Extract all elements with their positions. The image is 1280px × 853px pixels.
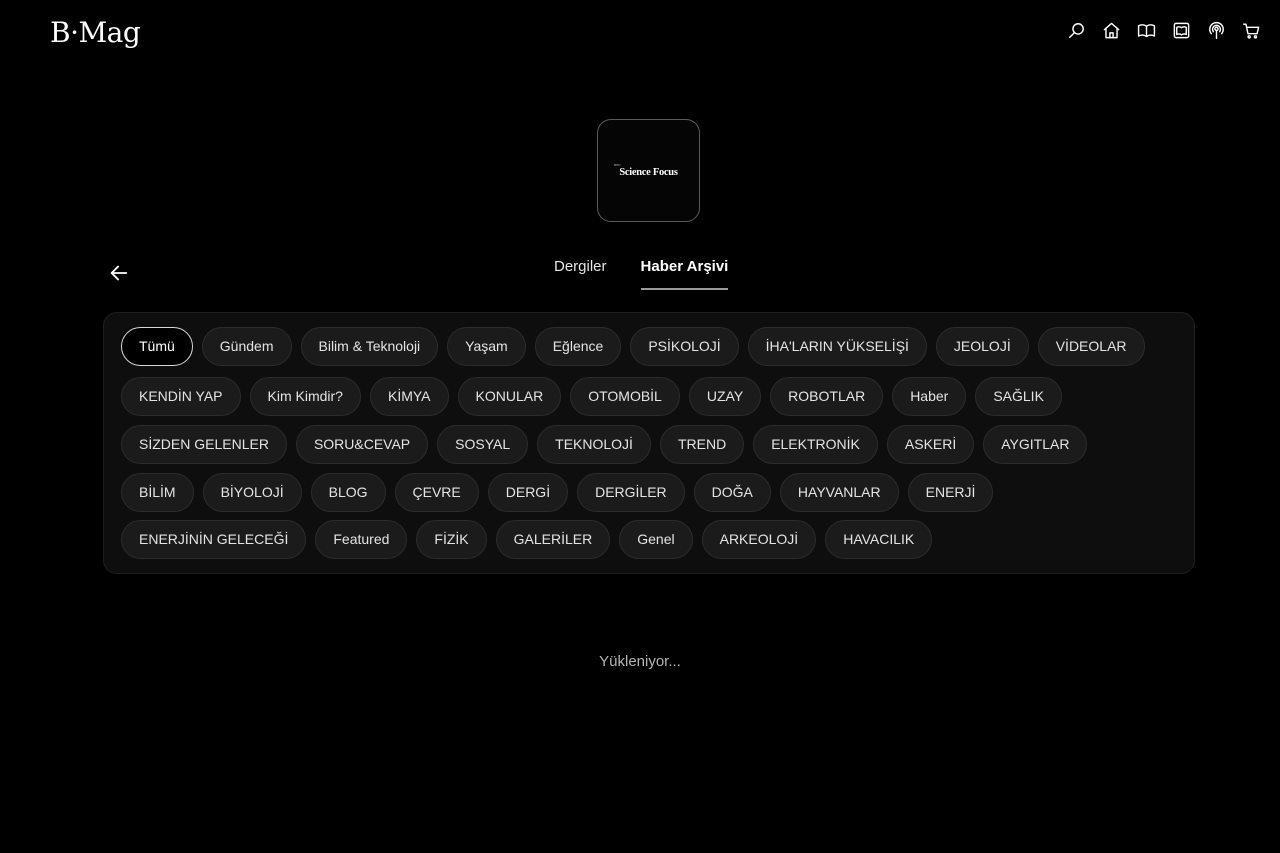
category-chip[interactable]: Kim Kimdir? [249, 377, 361, 416]
category-chip[interactable]: HAVACILIK [825, 520, 933, 559]
category-chip[interactable]: KONULAR [457, 377, 562, 416]
chip-row: Tümü Gündem Bilim & Teknoloji Yaşam Eğle… [121, 327, 1145, 366]
category-chip[interactable]: BLOG [310, 473, 386, 512]
category-chip[interactable]: SOSYAL [437, 425, 529, 464]
category-chip[interactable]: DERGİ [487, 473, 569, 512]
category-chip[interactable]: Haber [892, 377, 967, 416]
chip-row: SİZDEN GELENLER SORU&CEVAP SOSYAL TEKNOL… [121, 425, 1088, 464]
header-icon-bar [1066, 20, 1262, 41]
category-chip[interactable]: Featured [315, 520, 408, 559]
category-chip[interactable]: SİZDEN GELENLER [121, 425, 287, 464]
category-chip[interactable]: KENDİN YAP [121, 377, 241, 416]
category-chip[interactable]: VİDEOLAR [1037, 327, 1145, 366]
category-chip[interactable]: Yaşam [447, 327, 526, 366]
category-chip[interactable]: ARKEOLOJİ [701, 520, 817, 559]
magazine-icon[interactable] [1171, 20, 1192, 41]
category-chip[interactable]: AYGITLAR [983, 425, 1088, 464]
category-chip[interactable]: Bilim & Teknoloji [300, 327, 439, 366]
cart-icon[interactable] [1241, 20, 1262, 41]
category-chip[interactable]: HAYVANLAR [779, 473, 899, 512]
chip-row: ENERJİNİN GELECEĞİ Featured FİZİK GALERİ… [121, 520, 933, 559]
category-chip[interactable]: Eğlence [534, 327, 622, 366]
category-chip[interactable]: GALERİLER [495, 520, 611, 559]
loading-status: Yükleniyor... [599, 653, 681, 670]
category-chip[interactable]: ROBOTLAR [770, 377, 884, 416]
back-arrow-icon[interactable] [108, 262, 132, 284]
category-chip[interactable]: TREND [659, 425, 745, 464]
category-chip[interactable]: SORU&CEVAP [295, 425, 429, 464]
tab-dergiler[interactable]: Dergiler [554, 258, 607, 290]
category-chip[interactable]: FİZİK [416, 520, 487, 559]
category-chip[interactable]: SAĞLIK [975, 377, 1062, 416]
category-chip-all[interactable]: Tümü [121, 327, 193, 366]
category-chip[interactable]: TEKNOLOJİ [537, 425, 651, 464]
category-chip[interactable]: ENERJİ [907, 473, 994, 512]
category-filter-panel: Tümü Gündem Bilim & Teknoloji Yaşam Eğle… [103, 312, 1195, 574]
category-chip[interactable]: UZAY [688, 377, 762, 416]
category-chip[interactable]: İHA'LARIN YÜKSELİŞİ [747, 327, 927, 366]
category-chip[interactable]: PSİKOLOJİ [630, 327, 739, 366]
publication-logo-name: Science Focus [619, 167, 678, 178]
category-chip[interactable]: KİMYA [369, 377, 449, 416]
category-chip[interactable]: ELEKTRONİK [753, 425, 878, 464]
chip-row: BİLİM BİYOLOJİ BLOG ÇEVRE DERGİ DERGİLER… [121, 473, 994, 512]
category-chip[interactable]: BİYOLOJİ [202, 473, 302, 512]
content-tabs: Dergiler Haber Arşivi [554, 258, 728, 290]
category-chip[interactable]: ENERJİNİN GELECEĞİ [121, 520, 307, 559]
bmag-logo[interactable]: B·Mag [50, 16, 141, 49]
category-chip[interactable]: Gündem [201, 327, 292, 366]
category-chip[interactable]: ÇEVRE [394, 473, 479, 512]
category-chip[interactable]: DERGİLER [577, 473, 685, 512]
category-chip[interactable]: BİLİM [121, 473, 194, 512]
top-header: B·Mag [0, 0, 1280, 72]
book-open-icon[interactable] [1136, 20, 1157, 41]
category-chip[interactable]: ASKERİ [886, 425, 975, 464]
publication-logo: BBC Science Focus [597, 119, 700, 222]
home-icon[interactable] [1101, 20, 1122, 41]
tab-haber-arsivi[interactable]: Haber Arşivi [640, 258, 728, 290]
podcast-icon[interactable] [1206, 20, 1227, 41]
category-chip[interactable]: Genel [619, 520, 693, 559]
category-chip[interactable]: JEOLOJİ [935, 327, 1029, 366]
chip-row: KENDİN YAP Kim Kimdir? KİMYA KONULAR OTO… [121, 377, 1062, 416]
search-icon[interactable] [1066, 20, 1087, 41]
category-chip[interactable]: OTOMOBİL [570, 377, 680, 416]
category-chip[interactable]: DOĞA [693, 473, 771, 512]
